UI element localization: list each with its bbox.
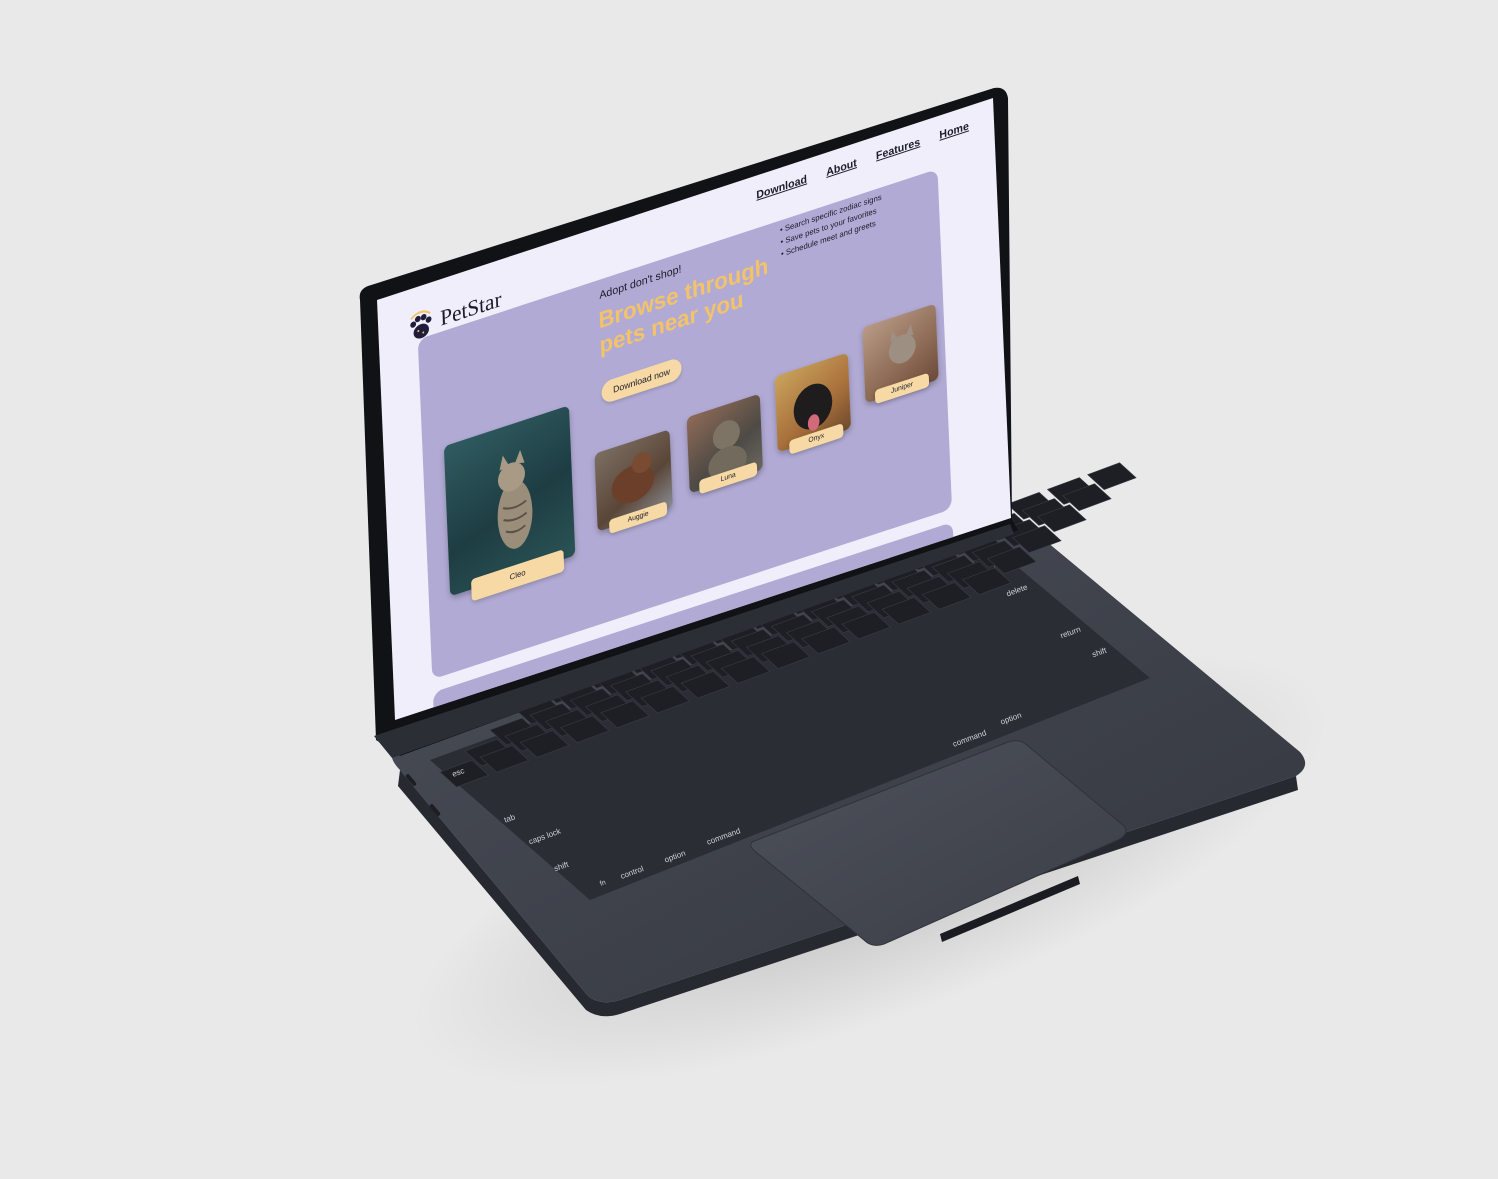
pet-card-luna[interactable]: Luna [686,393,763,495]
pet-card-cleo[interactable]: Cleo [443,405,576,602]
nav-home[interactable]: Home [939,120,969,142]
download-now-button[interactable]: Download now [601,356,683,405]
headline: Browse through pets near you [597,252,769,359]
nav-about[interactable]: About [826,157,857,179]
pet-card-auggie[interactable]: Auggie [594,429,673,535]
nav-features[interactable]: Features [876,136,921,162]
pet-card-juniper[interactable]: Juniper [862,303,939,405]
pet-card-onyx[interactable]: Onyx [774,352,852,455]
nav-download[interactable]: Download [756,173,807,202]
feature-list: Search specific zodiac signs Save pets t… [780,191,883,260]
